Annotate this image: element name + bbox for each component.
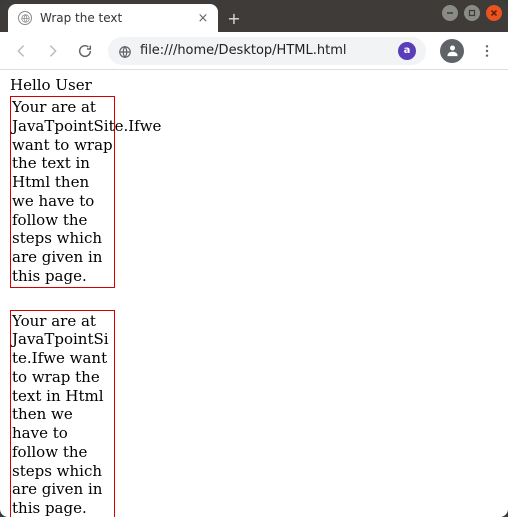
maximize-button[interactable] xyxy=(464,5,480,21)
address-bar[interactable]: file:///home/Desktop/HTML.html a xyxy=(108,37,426,65)
close-tab-button[interactable]: × xyxy=(196,11,210,25)
titlebar: Wrap the text × + xyxy=(0,0,508,32)
browser-window: Wrap the text × + xyxy=(0,0,508,517)
minimize-button[interactable] xyxy=(442,5,458,21)
menu-button[interactable] xyxy=(472,36,502,66)
url-text: file:///home/Desktop/HTML.html xyxy=(140,43,390,58)
browser-tab[interactable]: Wrap the text × xyxy=(8,4,218,32)
reload-button[interactable] xyxy=(70,36,100,66)
new-tab-button[interactable]: + xyxy=(222,6,246,30)
file-icon xyxy=(118,44,132,58)
page-content: Hello User Your are at JavaTpointSite.If… xyxy=(0,70,508,517)
profile-avatar[interactable] xyxy=(440,39,464,63)
close-window-button[interactable] xyxy=(486,5,502,21)
forward-button[interactable] xyxy=(38,36,68,66)
window-controls xyxy=(442,5,502,21)
tab-title: Wrap the text xyxy=(40,11,188,25)
greeting-text: Hello User xyxy=(10,76,498,94)
wrap-break-box: Your are at JavaTpointSite.Ifwe want to … xyxy=(10,310,115,517)
extension-badge[interactable]: a xyxy=(398,42,416,60)
globe-icon xyxy=(18,11,32,25)
wrap-normal-box: Your are at JavaTpointSite.Ifwe want to … xyxy=(10,96,115,288)
toolbar: file:///home/Desktop/HTML.html a xyxy=(0,32,508,70)
back-button[interactable] xyxy=(6,36,36,66)
